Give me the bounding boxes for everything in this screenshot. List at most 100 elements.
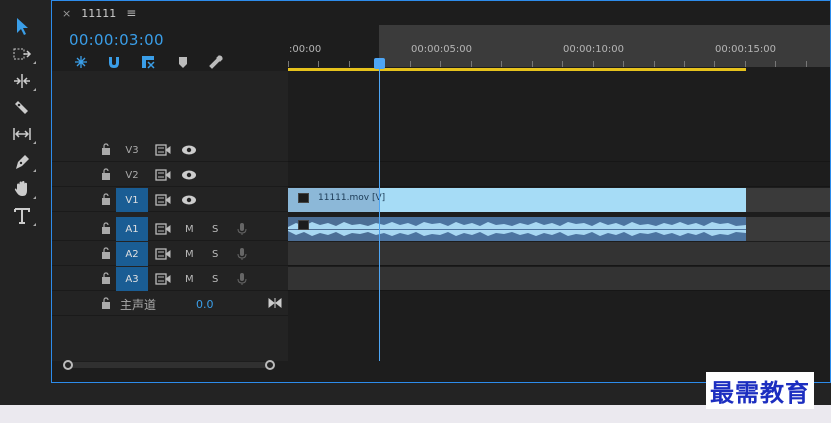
master-track-label: 主声道 <box>120 297 157 312</box>
selection-arrow-icon <box>17 18 28 35</box>
go-to-out-icon[interactable] <box>268 297 282 309</box>
playhead-line[interactable] <box>379 63 380 361</box>
fx-badge-icon <box>298 220 309 230</box>
lock-icon[interactable] <box>101 193 111 205</box>
track-headers: V3 V2 V1 A1 M S A2 M S A3 M S 主声道 0.0 <box>52 71 288 361</box>
track-select-tool-button[interactable] <box>8 42 36 66</box>
lock-icon[interactable] <box>101 222 111 234</box>
sync-lock-icon[interactable] <box>155 273 171 285</box>
wrench-settings-icon[interactable] <box>207 53 225 71</box>
ruler-tick <box>318 61 319 67</box>
track-select-icon <box>13 48 32 60</box>
video-clip-name: 11111.mov [V] <box>318 193 386 203</box>
solo-button[interactable]: S <box>212 242 218 266</box>
lane-a3[interactable] <box>288 267 830 291</box>
ruler-tick <box>593 61 594 67</box>
hand-tool-button[interactable] <box>8 177 36 201</box>
track-target-v1[interactable]: V1 <box>116 188 148 212</box>
lane-a1-empty <box>746 217 830 241</box>
audio-clip[interactable] <box>288 217 746 241</box>
master-volume-value[interactable]: 0.0 <box>196 292 214 316</box>
ruler-tick <box>745 61 746 67</box>
lock-icon[interactable] <box>101 143 111 155</box>
linked-selection-icon[interactable] <box>139 53 157 71</box>
sync-lock-icon[interactable] <box>155 194 171 206</box>
razor-tool-button[interactable] <box>8 96 36 120</box>
slip-tool-button[interactable] <box>8 122 36 146</box>
scroll-start-handle[interactable] <box>63 360 73 370</box>
track-target-a2[interactable]: A2 <box>116 242 148 266</box>
ruler-label: 00:00:15:00 <box>715 44 777 55</box>
scroll-end-handle[interactable] <box>265 360 275 370</box>
lane-a2[interactable] <box>288 242 830 266</box>
track-header-master: 主声道 0.0 <box>52 292 288 316</box>
sync-lock-icon[interactable] <box>155 248 171 260</box>
microphone-icon[interactable] <box>237 222 247 236</box>
lane-v2[interactable] <box>288 163 830 187</box>
lane-v1-empty <box>746 188 830 212</box>
track-header-v2: V2 <box>52 163 288 187</box>
lock-icon[interactable] <box>101 272 111 284</box>
track-header-a1: A1 M S <box>52 217 288 241</box>
sync-lock-icon[interactable] <box>155 169 171 181</box>
nest-sequences-icon[interactable] <box>72 53 90 71</box>
mute-button[interactable]: M <box>185 217 194 241</box>
eye-icon[interactable] <box>181 169 197 181</box>
type-icon <box>14 208 30 224</box>
lock-icon[interactable] <box>101 297 111 309</box>
timeline-zoom-scrollbar[interactable] <box>63 360 275 370</box>
pen-tool-button[interactable] <box>8 150 36 174</box>
lock-icon[interactable] <box>101 247 111 259</box>
razor-icon <box>15 101 28 114</box>
work-area-bar[interactable] <box>288 68 746 71</box>
fx-badge-icon <box>298 193 309 203</box>
timeline-tracks-area[interactable]: :00:00 00:00:05:00 00:00:10:00 00:00:15:… <box>288 25 830 361</box>
track-target-a3[interactable]: A3 <box>116 267 148 291</box>
solo-button[interactable]: S <box>212 217 218 241</box>
microphone-icon[interactable] <box>237 272 247 286</box>
track-target-a1[interactable]: A1 <box>116 217 148 241</box>
ruler-tick <box>775 61 776 67</box>
close-tab-icon[interactable]: × <box>62 7 71 20</box>
solo-button[interactable]: S <box>212 267 218 291</box>
audio-waveform <box>288 222 746 236</box>
eye-icon[interactable] <box>181 144 197 156</box>
eye-icon[interactable] <box>181 194 197 206</box>
ruler-tick <box>562 61 563 67</box>
ruler-tick <box>806 61 807 67</box>
snap-magnet-icon[interactable] <box>105 53 123 71</box>
track-target-v3[interactable]: V3 <box>116 138 148 162</box>
track-header-v1: V1 <box>52 188 288 212</box>
timeline-panel: × 11111 ≡ 00:00:03:00 V3 V2 V1 A1 M S A2… <box>51 0 831 383</box>
panel-menu-icon[interactable]: ≡ <box>126 6 136 20</box>
sync-lock-icon[interactable] <box>155 144 171 156</box>
tools-panel <box>0 0 48 384</box>
tool-flyout-marker <box>33 169 36 172</box>
playhead-timecode[interactable]: 00:00:03:00 <box>69 31 164 49</box>
lock-icon[interactable] <box>101 168 111 180</box>
mute-button[interactable]: M <box>185 242 194 266</box>
type-tool-button[interactable] <box>8 204 36 228</box>
mute-button[interactable]: M <box>185 267 194 291</box>
hand-icon <box>14 181 27 196</box>
tool-flyout-marker <box>33 196 36 199</box>
track-target-v2[interactable]: V2 <box>116 163 148 187</box>
microphone-icon[interactable] <box>237 247 247 261</box>
ripple-edit-tool-button[interactable] <box>8 69 36 93</box>
tool-flyout-marker <box>33 88 36 91</box>
video-clip[interactable]: 11111.mov [V] <box>288 188 746 212</box>
ripple-edit-icon <box>14 74 30 88</box>
track-header-v3: V3 <box>52 138 288 162</box>
ruler-tick <box>440 61 441 67</box>
selection-tool-button[interactable] <box>8 14 36 38</box>
sequence-tab[interactable]: × 11111 ≡ <box>52 1 136 25</box>
slip-icon <box>13 128 31 140</box>
watermark: 最需教育 <box>706 372 814 409</box>
sync-lock-icon[interactable] <box>155 223 171 235</box>
sequence-name: 11111 <box>81 6 117 20</box>
tool-flyout-marker <box>33 141 36 144</box>
time-ruler[interactable]: :00:00 00:00:05:00 00:00:10:00 00:00:15:… <box>288 25 830 71</box>
track-header-a2: A2 M S <box>52 242 288 266</box>
lane-v3[interactable] <box>288 138 830 162</box>
add-marker-icon[interactable] <box>174 53 192 71</box>
